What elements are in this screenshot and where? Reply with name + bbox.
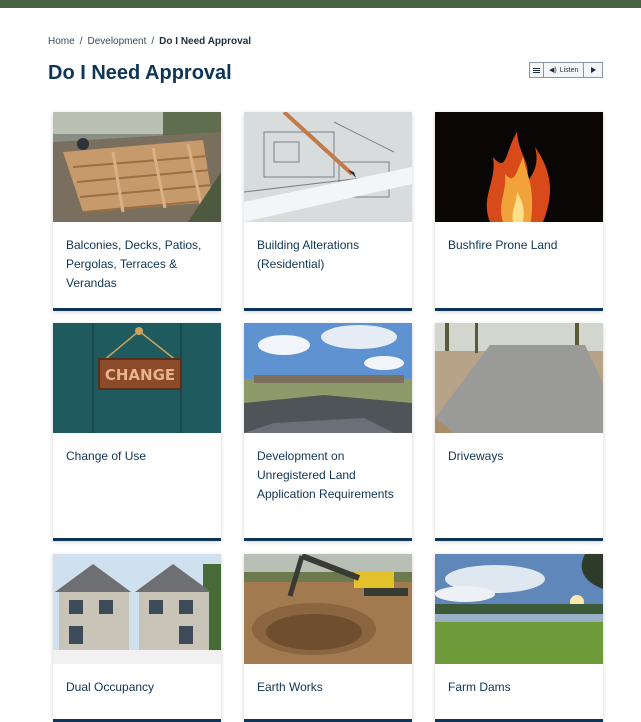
concrete-driveway-image xyxy=(435,323,603,433)
speaker-icon: ◀) xyxy=(549,67,557,74)
card-development-unregistered-land[interactable]: Development on Unregistered Land Applica… xyxy=(244,323,412,541)
fire-flames-image xyxy=(435,112,603,222)
change-sign-image: CHANGE xyxy=(53,323,221,433)
farm-dam-image xyxy=(435,554,603,664)
listen-button[interactable]: ◀) Listen xyxy=(544,63,585,77)
card-title: Dual Occupancy xyxy=(66,680,155,694)
card-title: Change of Use xyxy=(66,449,147,463)
card-balconies-decks[interactable]: Balconies, Decks, Patios, Pergolas, Terr… xyxy=(53,112,221,311)
duplex-houses-image xyxy=(53,554,221,664)
play-button[interactable] xyxy=(584,63,602,77)
change-sign-text: CHANGE xyxy=(105,366,175,384)
play-icon xyxy=(590,67,596,73)
breadcrumb-home[interactable]: Home xyxy=(48,36,75,47)
listen-label: Listen xyxy=(559,66,579,74)
breadcrumb-separator: / xyxy=(79,36,83,47)
card-title: Building Alterations (Residential) xyxy=(257,238,360,271)
listen-menu-button[interactable] xyxy=(530,63,544,77)
subdivision-road-image xyxy=(244,323,412,433)
architectural-plans-image xyxy=(244,112,412,222)
breadcrumb: Home / Development / Do I Need Approval xyxy=(48,36,251,47)
breadcrumb-current: Do I Need Approval xyxy=(159,36,252,47)
card-title: Earth Works xyxy=(257,680,323,694)
top-bar xyxy=(0,0,641,8)
card-title: Development on Unregistered Land Applica… xyxy=(257,449,394,501)
page-title: Do I Need Approval xyxy=(48,62,232,84)
card-farm-dams[interactable]: Farm Dams xyxy=(435,554,603,722)
card-change-of-use[interactable]: CHANGE Change of Use xyxy=(53,323,221,541)
card-title: Farm Dams xyxy=(448,680,511,694)
card-title: Driveways xyxy=(448,449,504,463)
deck-construction-image xyxy=(53,112,221,222)
breadcrumb-development[interactable]: Development xyxy=(87,36,146,47)
card-dual-occupancy[interactable]: Dual Occupancy xyxy=(53,554,221,722)
menu-icon xyxy=(533,69,540,71)
breadcrumb-separator: / xyxy=(151,36,155,47)
listen-toolbar: ◀) Listen xyxy=(529,62,604,78)
card-title: Bushfire Prone Land xyxy=(448,238,558,252)
excavator-image xyxy=(244,554,412,664)
card-building-alterations[interactable]: Building Alterations (Residential) xyxy=(244,112,412,311)
card-earth-works[interactable]: Earth Works xyxy=(244,554,412,722)
card-bushfire-prone-land[interactable]: Bushfire Prone Land xyxy=(435,112,603,311)
card-title: Balconies, Decks, Patios, Pergolas, Terr… xyxy=(66,238,202,290)
card-driveways[interactable]: Driveways xyxy=(435,323,603,541)
